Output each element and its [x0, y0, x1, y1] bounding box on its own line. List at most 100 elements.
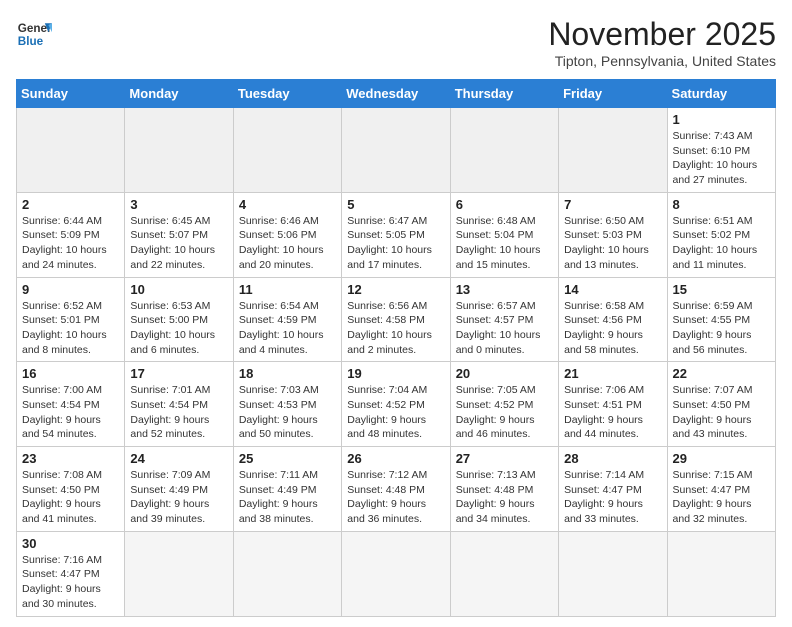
- day-number: 29: [673, 451, 770, 466]
- day-info: Sunrise: 6:51 AM Sunset: 5:02 PM Dayligh…: [673, 214, 770, 273]
- day-number: 14: [564, 282, 661, 297]
- calendar-day-cell: 1 Sunrise: 7:43 AM Sunset: 6:10 PM Daylig…: [667, 108, 775, 193]
- calendar-day-cell: 30 Sunrise: 7:16 AM Sunset: 4:47 PM Dayli…: [17, 531, 125, 616]
- calendar-week-row: 23 Sunrise: 7:08 AM Sunset: 4:50 PM Dayli…: [17, 447, 776, 532]
- calendar-day-cell: 6Sunrise: 6:48 AM Sunset: 5:04 PM Daylig…: [450, 192, 558, 277]
- day-number: 1: [673, 112, 770, 127]
- day-number: 3: [130, 197, 227, 212]
- day-number: 16: [22, 366, 119, 381]
- day-number: 28: [564, 451, 661, 466]
- calendar-day-cell: 21Sunrise: 7:06 AM Sunset: 4:51 PM Dayli…: [559, 362, 667, 447]
- day-number: 10: [130, 282, 227, 297]
- calendar-day-cell: [450, 108, 558, 193]
- day-number: 11: [239, 282, 336, 297]
- day-info: Sunrise: 7:09 AM Sunset: 4:49 PM Dayligh…: [130, 468, 227, 527]
- month-title: November 2025: [548, 16, 776, 53]
- day-info: Sunrise: 6:56 AM Sunset: 4:58 PM Dayligh…: [347, 299, 444, 358]
- calendar-day-cell: 7 Sunrise: 6:50 AM Sunset: 5:03 PM Daylig…: [559, 192, 667, 277]
- day-number: 17: [130, 366, 227, 381]
- svg-text:Blue: Blue: [18, 35, 44, 48]
- calendar-day-cell: [667, 531, 775, 616]
- page: General Blue November 2025 Tipton, Penns…: [0, 0, 792, 627]
- day-number: 24: [130, 451, 227, 466]
- calendar-day-cell: [233, 531, 341, 616]
- day-info: Sunrise: 7:08 AM Sunset: 4:50 PM Dayligh…: [22, 468, 119, 527]
- day-number: 23: [22, 451, 119, 466]
- day-info: Sunrise: 7:03 AM Sunset: 4:53 PM Dayligh…: [239, 383, 336, 442]
- day-number: 27: [456, 451, 553, 466]
- calendar-day-cell: 24 Sunrise: 7:09 AM Sunset: 4:49 PM Dayli…: [125, 447, 233, 532]
- calendar-week-row: 16 Sunrise: 7:00 AM Sunset: 4:54 PM Dayli…: [17, 362, 776, 447]
- day-info: Sunrise: 7:15 AM Sunset: 4:47 PM Dayligh…: [673, 468, 770, 527]
- calendar-day-cell: [559, 531, 667, 616]
- calendar-week-row: 1 Sunrise: 7:43 AM Sunset: 6:10 PM Daylig…: [17, 108, 776, 193]
- day-info: Sunrise: 6:46 AM Sunset: 5:06 PM Dayligh…: [239, 214, 336, 273]
- day-number: 30: [22, 536, 119, 551]
- calendar-day-cell: 2 Sunrise: 6:44 AM Sunset: 5:09 PM Daylig…: [17, 192, 125, 277]
- calendar-day-cell: 8 Sunrise: 6:51 AM Sunset: 5:02 PM Daylig…: [667, 192, 775, 277]
- day-info: Sunrise: 7:05 AM Sunset: 4:52 PM Dayligh…: [456, 383, 553, 442]
- col-wednesday: Wednesday: [342, 80, 450, 108]
- title-block: November 2025 Tipton, Pennsylvania, Unit…: [548, 16, 776, 69]
- day-info: Sunrise: 6:44 AM Sunset: 5:09 PM Dayligh…: [22, 214, 119, 273]
- day-info: Sunrise: 6:52 AM Sunset: 5:01 PM Dayligh…: [22, 299, 119, 358]
- calendar-day-cell: 4 Sunrise: 6:46 AM Sunset: 5:06 PM Daylig…: [233, 192, 341, 277]
- day-info: Sunrise: 7:16 AM Sunset: 4:47 PM Dayligh…: [22, 553, 119, 612]
- day-number: 21: [564, 366, 661, 381]
- day-number: 22: [673, 366, 770, 381]
- day-number: 2: [22, 197, 119, 212]
- day-number: 5: [347, 197, 444, 212]
- day-info: Sunrise: 7:13 AM Sunset: 4:48 PM Dayligh…: [456, 468, 553, 527]
- day-info: Sunrise: 7:14 AM Sunset: 4:47 PM Dayligh…: [564, 468, 661, 527]
- calendar-week-row: 30 Sunrise: 7:16 AM Sunset: 4:47 PM Dayli…: [17, 531, 776, 616]
- calendar-day-cell: 5 Sunrise: 6:47 AM Sunset: 5:05 PM Daylig…: [342, 192, 450, 277]
- calendar-header-row: Sunday Monday Tuesday Wednesday Thursday…: [17, 80, 776, 108]
- location: Tipton, Pennsylvania, United States: [548, 53, 776, 69]
- day-number: 7: [564, 197, 661, 212]
- day-number: 15: [673, 282, 770, 297]
- calendar-day-cell: 19Sunrise: 7:04 AM Sunset: 4:52 PM Dayli…: [342, 362, 450, 447]
- day-info: Sunrise: 7:43 AM Sunset: 6:10 PM Dayligh…: [673, 129, 770, 188]
- calendar-table: Sunday Monday Tuesday Wednesday Thursday…: [16, 79, 776, 617]
- calendar-day-cell: 17Sunrise: 7:01 AM Sunset: 4:54 PM Dayli…: [125, 362, 233, 447]
- day-number: 6: [456, 197, 553, 212]
- calendar-day-cell: 9 Sunrise: 6:52 AM Sunset: 5:01 PM Daylig…: [17, 277, 125, 362]
- logo-icon: General Blue: [16, 16, 52, 52]
- day-number: 9: [22, 282, 119, 297]
- calendar-day-cell: 29 Sunrise: 7:15 AM Sunset: 4:47 PM Dayli…: [667, 447, 775, 532]
- day-number: 19: [347, 366, 444, 381]
- day-info: Sunrise: 6:53 AM Sunset: 5:00 PM Dayligh…: [130, 299, 227, 358]
- day-number: 8: [673, 197, 770, 212]
- day-number: 20: [456, 366, 553, 381]
- col-monday: Monday: [125, 80, 233, 108]
- calendar-day-cell: 10 Sunrise: 6:53 AM Sunset: 5:00 PM Dayli…: [125, 277, 233, 362]
- day-info: Sunrise: 6:45 AM Sunset: 5:07 PM Dayligh…: [130, 214, 227, 273]
- day-info: Sunrise: 7:12 AM Sunset: 4:48 PM Dayligh…: [347, 468, 444, 527]
- col-friday: Friday: [559, 80, 667, 108]
- calendar-day-cell: [342, 531, 450, 616]
- calendar-day-cell: 11 Sunrise: 6:54 AM Sunset: 4:59 PM Dayli…: [233, 277, 341, 362]
- day-info: Sunrise: 6:47 AM Sunset: 5:05 PM Dayligh…: [347, 214, 444, 273]
- calendar-day-cell: 22 Sunrise: 7:07 AM Sunset: 4:50 PM Dayli…: [667, 362, 775, 447]
- calendar-day-cell: 14Sunrise: 6:58 AM Sunset: 4:56 PM Dayli…: [559, 277, 667, 362]
- calendar-day-cell: 25Sunrise: 7:11 AM Sunset: 4:49 PM Dayli…: [233, 447, 341, 532]
- calendar-day-cell: [125, 108, 233, 193]
- header: General Blue November 2025 Tipton, Penns…: [16, 16, 776, 69]
- calendar-day-cell: 16 Sunrise: 7:00 AM Sunset: 4:54 PM Dayli…: [17, 362, 125, 447]
- day-number: 4: [239, 197, 336, 212]
- day-info: Sunrise: 7:07 AM Sunset: 4:50 PM Dayligh…: [673, 383, 770, 442]
- col-saturday: Saturday: [667, 80, 775, 108]
- day-info: Sunrise: 6:50 AM Sunset: 5:03 PM Dayligh…: [564, 214, 661, 273]
- day-info: Sunrise: 6:57 AM Sunset: 4:57 PM Dayligh…: [456, 299, 553, 358]
- col-sunday: Sunday: [17, 80, 125, 108]
- calendar-day-cell: 3 Sunrise: 6:45 AM Sunset: 5:07 PM Daylig…: [125, 192, 233, 277]
- calendar-day-cell: [17, 108, 125, 193]
- day-info: Sunrise: 6:54 AM Sunset: 4:59 PM Dayligh…: [239, 299, 336, 358]
- calendar-day-cell: 26Sunrise: 7:12 AM Sunset: 4:48 PM Dayli…: [342, 447, 450, 532]
- day-number: 25: [239, 451, 336, 466]
- calendar-day-cell: 18Sunrise: 7:03 AM Sunset: 4:53 PM Dayli…: [233, 362, 341, 447]
- day-info: Sunrise: 7:00 AM Sunset: 4:54 PM Dayligh…: [22, 383, 119, 442]
- calendar-day-cell: 27 Sunrise: 7:13 AM Sunset: 4:48 PM Dayli…: [450, 447, 558, 532]
- logo: General Blue: [16, 16, 52, 52]
- col-tuesday: Tuesday: [233, 80, 341, 108]
